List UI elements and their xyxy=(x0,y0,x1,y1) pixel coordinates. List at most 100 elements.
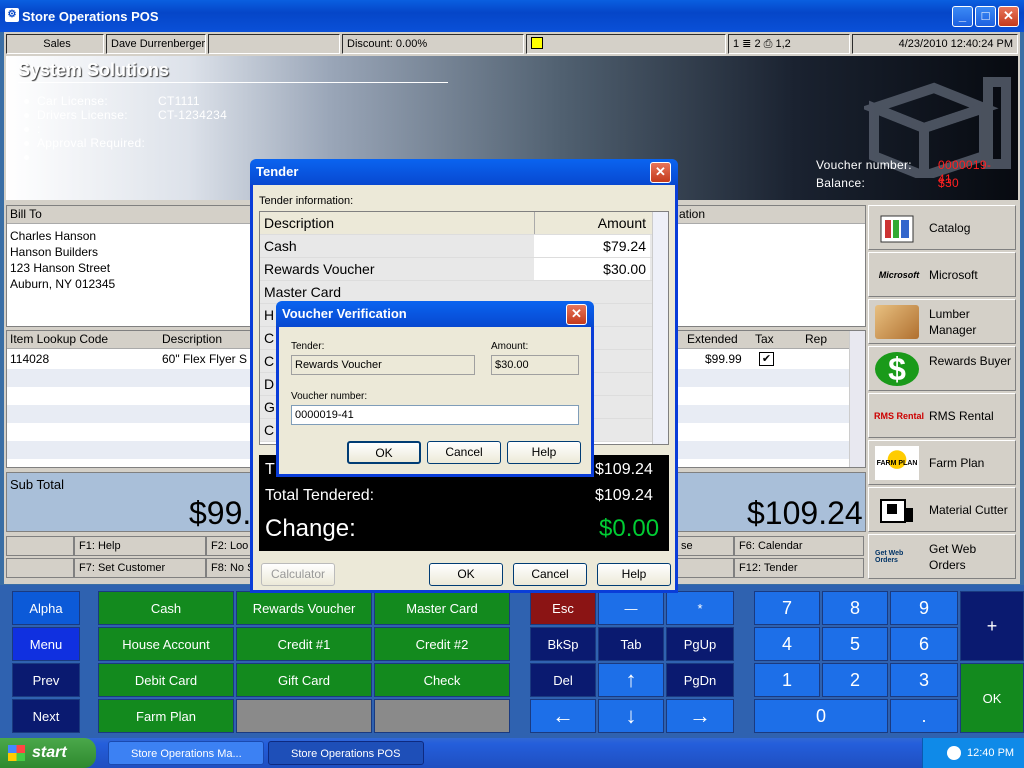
network-icon[interactable] xyxy=(947,746,961,761)
digit-0-key[interactable]: 0 xyxy=(754,699,888,733)
fkey-f8[interactable]: F8: No S xyxy=(206,558,252,578)
menu-key[interactable]: Menu xyxy=(12,627,80,661)
tender-row-rewards[interactable]: Rewards Voucher $30.00 xyxy=(260,258,652,281)
maximize-icon[interactable]: □ xyxy=(975,6,996,27)
window-titlebar[interactable]: ⚙ Store Operations POS _ □ ✕ xyxy=(0,0,1024,32)
catalog-label: Catalog xyxy=(929,221,971,235)
get-web-orders-button[interactable]: Get Web Orders Get Web Orders xyxy=(868,534,1016,579)
voucher-help-button[interactable]: Help xyxy=(507,441,581,464)
close-icon[interactable]: ✕ xyxy=(650,162,671,183)
arrow-right-icon[interactable]: → xyxy=(666,699,734,733)
lumber-manager-label: Lumber Manager xyxy=(929,307,977,337)
delete-key[interactable]: Del xyxy=(530,663,596,697)
voucher-number-input[interactable]: 0000019-41 xyxy=(291,405,579,425)
plus-key[interactable]: + xyxy=(960,591,1024,661)
digit-7-key[interactable]: 7 xyxy=(754,591,820,625)
rewards-voucher-tender-key[interactable]: Rewards Voucher xyxy=(236,591,372,625)
items-scrollbar[interactable] xyxy=(849,331,865,467)
pgup-key[interactable]: PgUp xyxy=(666,627,734,661)
fkey-partial[interactable] xyxy=(676,558,734,578)
debit-card-tender-key[interactable]: Debit Card xyxy=(98,663,234,697)
app-icon: ⚙ xyxy=(5,8,19,22)
voucher-info: Voucher number: 0000019-41 Balance: $30 xyxy=(816,158,991,190)
billto-address: Charles Hanson Hanson Builders 123 Hanson … xyxy=(10,229,116,291)
tender-scrollbar[interactable] xyxy=(652,212,668,444)
minus-key[interactable]: — xyxy=(598,591,664,625)
get-web-orders-label: Get Web Orders xyxy=(929,542,977,572)
house-account-tender-key[interactable]: House Account xyxy=(98,627,234,661)
farm-plan-tender-key[interactable]: Farm Plan xyxy=(98,699,234,733)
close-icon[interactable]: ✕ xyxy=(998,6,1019,27)
digit-9-key[interactable]: 9 xyxy=(890,591,958,625)
digit-6-key[interactable]: 6 xyxy=(890,627,958,661)
tender-dialog-title: Tender xyxy=(256,164,299,179)
microsoft-button[interactable]: Microsoft Microsoft xyxy=(868,252,1016,297)
digit-3-key[interactable]: 3 xyxy=(890,663,958,697)
fkey-f1-help[interactable]: F1: Help xyxy=(74,536,206,556)
asterisk-key[interactable]: * xyxy=(666,591,734,625)
backspace-key[interactable]: BkSp xyxy=(530,627,596,661)
ok-key[interactable]: OK xyxy=(960,663,1024,733)
status-mode: Sales xyxy=(6,34,104,54)
digit-1-key[interactable]: 1 xyxy=(754,663,820,697)
fkey-f2-lookup[interactable]: F2: Loo xyxy=(206,536,252,556)
pgdn-key[interactable]: PgDn xyxy=(666,663,734,697)
fkey-f12-tender[interactable]: F12: Tender xyxy=(734,558,864,578)
arrow-left-icon[interactable]: ← xyxy=(530,699,596,733)
fkey-blank[interactable] xyxy=(6,536,74,556)
tab-key[interactable]: Tab xyxy=(598,627,664,661)
fkey-f7-set-customer[interactable]: F7: Set Customer xyxy=(74,558,206,578)
fkey-f6-calendar[interactable]: F6: Calendar xyxy=(734,536,864,556)
voucher-amount-label: Amount: xyxy=(491,341,529,352)
voucher-cancel-button[interactable]: Cancel xyxy=(427,441,501,464)
status-drawer xyxy=(526,34,726,54)
taskbar-item-manager[interactable]: Store Operations Ma... xyxy=(108,741,264,765)
microsoft-label: Microsoft xyxy=(929,268,978,282)
banner-label: : xyxy=(24,122,41,136)
fkey-blank[interactable] xyxy=(6,558,74,578)
banner-heading: System Solutions xyxy=(18,60,170,80)
decimal-key[interactable]: . xyxy=(890,699,958,733)
esc-key[interactable]: Esc xyxy=(530,591,596,625)
banner-label xyxy=(24,150,37,164)
credit2-tender-key[interactable]: Credit #2 xyxy=(374,627,510,661)
voucher-ok-button[interactable]: OK xyxy=(347,441,421,464)
alpha-key[interactable]: Alpha xyxy=(12,591,80,625)
check-tender-key[interactable]: Check xyxy=(374,663,510,697)
digit-4-key[interactable]: 4 xyxy=(754,627,820,661)
farm-plan-button[interactable]: FARM PLAN Farm Plan xyxy=(868,440,1016,485)
gift-card-tender-key[interactable]: Gift Card xyxy=(236,663,372,697)
tender-cancel-button[interactable]: Cancel xyxy=(513,563,587,586)
voucher-dialog-titlebar[interactable]: Voucher Verification ✕ xyxy=(276,301,594,327)
cash-tender-key[interactable]: Cash xyxy=(98,591,234,625)
material-cutter-button[interactable]: Material Cutter xyxy=(868,487,1016,532)
rewards-buyer-button[interactable]: $ Rewards Buyer xyxy=(868,346,1016,391)
close-icon[interactable]: ✕ xyxy=(566,304,587,325)
rms-rental-button[interactable]: RMS Rental RMS Rental xyxy=(868,393,1016,438)
arrow-up-icon[interactable]: ↑ xyxy=(598,663,664,697)
master-card-tender-key[interactable]: Master Card xyxy=(374,591,510,625)
start-button[interactable]: start xyxy=(0,738,96,768)
lumber-manager-button[interactable]: Lumber Manager xyxy=(868,299,1016,344)
tax-checkbox[interactable]: ✔ xyxy=(759,352,774,366)
credit1-tender-key[interactable]: Credit #1 xyxy=(236,627,372,661)
next-key[interactable]: Next xyxy=(12,699,80,733)
voucher-dialog-title: Voucher Verification xyxy=(282,306,407,321)
tender-help-button[interactable]: Help xyxy=(597,563,671,586)
tender-row-cash[interactable]: Cash $79.24 xyxy=(260,235,652,258)
tender-dialog-titlebar[interactable]: Tender ✕ xyxy=(250,159,678,185)
taskbar-item-pos[interactable]: Store Operations POS xyxy=(268,741,424,765)
arrow-down-icon[interactable]: ↓ xyxy=(598,699,664,733)
digit-2-key[interactable]: 2 xyxy=(822,663,888,697)
drawer-icon xyxy=(531,37,543,49)
catalog-button[interactable]: Catalog xyxy=(868,205,1016,250)
digit-5-key[interactable]: 5 xyxy=(822,627,888,661)
blank-tender-key xyxy=(374,699,510,733)
digit-8-key[interactable]: 8 xyxy=(822,591,888,625)
fkey-partial[interactable]: se xyxy=(676,536,734,556)
tender-ok-button[interactable]: OK xyxy=(429,563,503,586)
minimize-icon[interactable]: _ xyxy=(952,6,973,27)
change-label: Change: xyxy=(265,515,356,542)
change-value: $0.00 xyxy=(599,515,660,542)
prev-key[interactable]: Prev xyxy=(12,663,80,697)
